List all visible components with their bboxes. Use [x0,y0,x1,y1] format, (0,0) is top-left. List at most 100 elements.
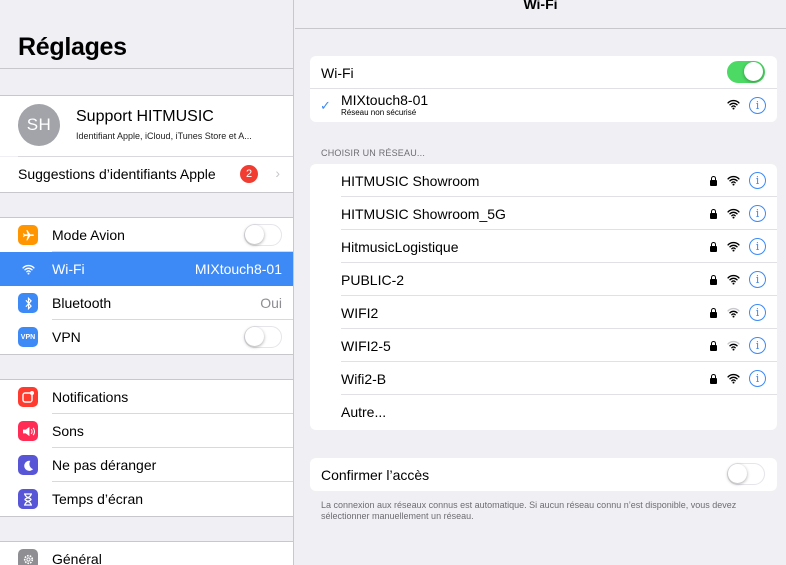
divider [0,354,293,355]
page-title: Wi-Fi [523,0,558,12]
network-name: HitmusicLogistique [341,239,459,255]
network-name: WIFI2-5 [341,338,391,354]
network-name: HITMUSIC Showroom_5G [341,206,506,222]
lock-icon [710,176,717,186]
airplane-mode-toggle[interactable] [244,224,282,246]
divider [0,192,293,193]
info-button[interactable]: i [749,172,766,189]
sidebar-item-label: Temps d’écran [52,491,144,507]
sidebar-item-value: MIXtouch8-01 [194,261,282,277]
network-name: HITMUSIC Showroom [341,173,480,189]
ask-join-label: Confirmer l’accès [321,467,430,483]
wifi-label: Wi-Fi [321,65,354,81]
vpn-toggle[interactable] [244,326,282,348]
notification-badge: 2 [240,165,258,183]
sidebar-item-label: Suggestions d’identifiants Apple [18,166,216,182]
profile-name: Support HITMUSIC [76,108,214,125]
sidebar-item-bluetooth[interactable]: Bluetooth Oui [0,286,293,320]
info-button[interactable]: i [749,238,766,255]
other-network-row[interactable]: Autre... [310,395,777,428]
sidebar-item-label: Ne pas déranger [52,457,157,473]
divider [0,68,293,69]
gear-icon [18,549,38,565]
sidebar-item-vpn[interactable]: VPN VPN [0,320,293,354]
sidebar-item-label: Général [52,551,102,565]
wifi-card: Wi-Fi ✓ MIXtouch8-01 Réseau non sécurisé… [310,56,777,122]
ask-join-card: Confirmer l’accès [310,458,777,491]
wifi-icon [18,259,38,279]
sidebar-item-label: Notifications [52,389,129,405]
info-button[interactable]: i [749,304,766,321]
ask-join-toggle[interactable] [727,463,765,485]
hourglass-icon [18,489,38,509]
moon-icon [18,455,38,475]
checkmark-icon: ✓ [320,98,331,113]
sidebar-item-general[interactable]: Général [0,542,293,565]
sidebar-item-value: Oui [260,295,282,311]
wifi-signal-icon [727,175,740,186]
sidebar-item-sounds[interactable]: Sons [0,414,293,448]
lock-icon [710,341,717,351]
sidebar-item-label: VPN [52,329,81,345]
bluetooth-icon [18,293,38,313]
other-network-label: Autre... [341,404,387,420]
sidebar-item-do-not-disturb[interactable]: Ne pas déranger [0,448,293,482]
sidebar-item-label: Bluetooth [52,295,112,311]
info-button[interactable]: i [749,370,766,387]
sidebar-item-label: Wi-Fi [52,261,85,277]
lock-icon [710,308,717,318]
divider [0,516,293,517]
footer-note: La connexion aux réseaux connus est auto… [321,500,737,521]
info-button[interactable]: i [749,205,766,222]
general-group: Général [0,542,293,565]
lock-icon [710,242,717,252]
apple-id-profile[interactable]: SH Support HITMUSIC Identifiant Apple, i… [0,96,293,156]
lock-icon [710,374,717,384]
sidebar-title: Réglages [18,33,127,61]
network-row[interactable]: HITMUSIC Showroom i [310,164,777,197]
avatar: SH [18,104,60,146]
chevron-right-icon: › [275,165,280,181]
sidebar-item-suggestions[interactable]: Suggestions d’identifiants Apple 2 › [0,157,293,192]
info-button[interactable]: i [749,337,766,354]
vpn-icon: VPN [18,327,38,347]
networks-card: HITMUSIC Showroom i HITMUSIC Showroom_5G i H… [310,164,777,430]
network-row[interactable]: WIFI2-5 i [310,329,777,362]
network-row[interactable]: Wifi2-B i [310,362,777,395]
network-row[interactable]: HitmusicLogistique i [310,230,777,263]
wifi-detail-pane: Wi-Fi Wi-Fi ✓ MIXtouch8-01 Réseau non sé… [295,0,786,565]
connected-network-subtitle: Réseau non sécurisé [341,108,417,117]
wifi-signal-icon [727,208,740,219]
divider [295,28,786,29]
connected-network-name: MIXtouch8-01 [341,92,429,108]
wifi-toggle[interactable] [727,61,765,83]
connected-network-row[interactable]: ✓ MIXtouch8-01 Réseau non sécurisé i [310,89,777,122]
sidebar-item-label: Mode Avion [52,227,125,243]
network-name: WIFI2 [341,305,379,321]
wifi-signal-icon [727,274,740,285]
wifi-signal-icon [727,307,740,318]
sidebar-item-airplane-mode[interactable]: Mode Avion [0,218,293,252]
sidebar-item-wifi[interactable]: Wi-Fi MIXtouch8-01 [0,252,293,286]
airplane-icon [18,225,38,245]
wifi-signal-icon [727,373,740,384]
network-row[interactable]: PUBLIC-2 i [310,263,777,296]
wifi-signal-icon [727,99,740,110]
wifi-signal-icon [727,340,740,351]
section-header: CHOISIR UN RÉSEAU... [321,148,426,158]
wifi-toggle-row: Wi-Fi [310,56,777,89]
notifications-group: Notifications Sons Ne pas déranger Temps… [0,380,293,516]
info-button[interactable]: i [749,97,766,114]
ask-join-row: Confirmer l’accès [310,458,777,491]
network-row[interactable]: WIFI2 i [310,296,777,329]
lock-icon [710,275,717,285]
sidebar-item-label: Sons [52,423,84,439]
network-row[interactable]: HITMUSIC Showroom_5G i [310,197,777,230]
sound-icon [18,421,38,441]
wifi-signal-icon [727,241,740,252]
info-button[interactable]: i [749,271,766,288]
settings-sidebar: Réglages SH Support HITMUSIC Identifiant… [0,0,294,565]
sidebar-item-notifications[interactable]: Notifications [0,380,293,414]
sidebar-item-screen-time[interactable]: Temps d’écran [0,482,293,516]
notifications-icon [18,387,38,407]
